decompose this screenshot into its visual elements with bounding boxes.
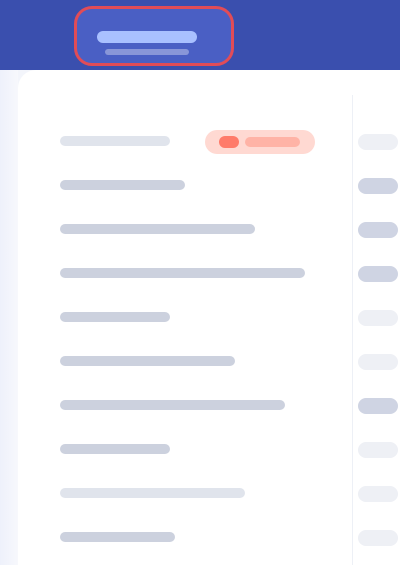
- right-cell-placeholder: [358, 222, 398, 238]
- list-item[interactable]: [40, 208, 340, 252]
- active-tab[interactable]: [74, 6, 234, 66]
- list-item-label-placeholder: [60, 356, 235, 366]
- right-cell: [356, 252, 400, 296]
- right-cell-placeholder: [358, 134, 398, 150]
- left-edge: [0, 70, 18, 565]
- right-cell: [356, 384, 400, 428]
- active-tab-underline: [105, 49, 189, 55]
- right-cell: [356, 516, 400, 560]
- right-cell: [356, 296, 400, 340]
- list-item[interactable]: [40, 516, 340, 560]
- list-item-label-placeholder: [60, 488, 245, 498]
- right-cell-placeholder: [358, 310, 398, 326]
- list-item-label-placeholder: [60, 312, 170, 322]
- right-cell-placeholder: [358, 178, 398, 194]
- column-divider: [352, 95, 353, 565]
- right-cell: [356, 428, 400, 472]
- settings-list: [40, 120, 340, 560]
- right-cell-placeholder: [358, 530, 398, 546]
- list-item-label-placeholder: [60, 136, 170, 146]
- list-item[interactable]: [40, 296, 340, 340]
- right-cell: [356, 120, 400, 164]
- list-item-label-placeholder: [60, 444, 170, 454]
- right-cell-placeholder: [358, 354, 398, 370]
- active-tab-label-placeholder: [97, 31, 197, 43]
- list-item-label-placeholder: [60, 224, 255, 234]
- status-dot-icon: [219, 136, 239, 148]
- right-cell: [356, 208, 400, 252]
- right-cell-placeholder: [358, 442, 398, 458]
- list-item[interactable]: [40, 340, 340, 384]
- list-item[interactable]: [40, 164, 340, 208]
- right-cell: [356, 472, 400, 516]
- status-badge[interactable]: [205, 130, 315, 154]
- list-item-label-placeholder: [60, 400, 285, 410]
- list-item[interactable]: [40, 472, 340, 516]
- list-item[interactable]: [40, 428, 340, 472]
- list-item[interactable]: [40, 120, 340, 164]
- right-column: [356, 120, 400, 560]
- list-item-label-placeholder: [60, 268, 305, 278]
- list-item-label-placeholder: [60, 532, 175, 542]
- right-cell: [356, 164, 400, 208]
- right-cell-placeholder: [358, 398, 398, 414]
- right-cell-placeholder: [358, 486, 398, 502]
- right-cell-placeholder: [358, 266, 398, 282]
- list-item-label-placeholder: [60, 180, 185, 190]
- list-item[interactable]: [40, 252, 340, 296]
- top-bar: [0, 0, 400, 70]
- list-item[interactable]: [40, 384, 340, 428]
- status-badge-text-placeholder: [245, 137, 300, 147]
- right-cell: [356, 340, 400, 384]
